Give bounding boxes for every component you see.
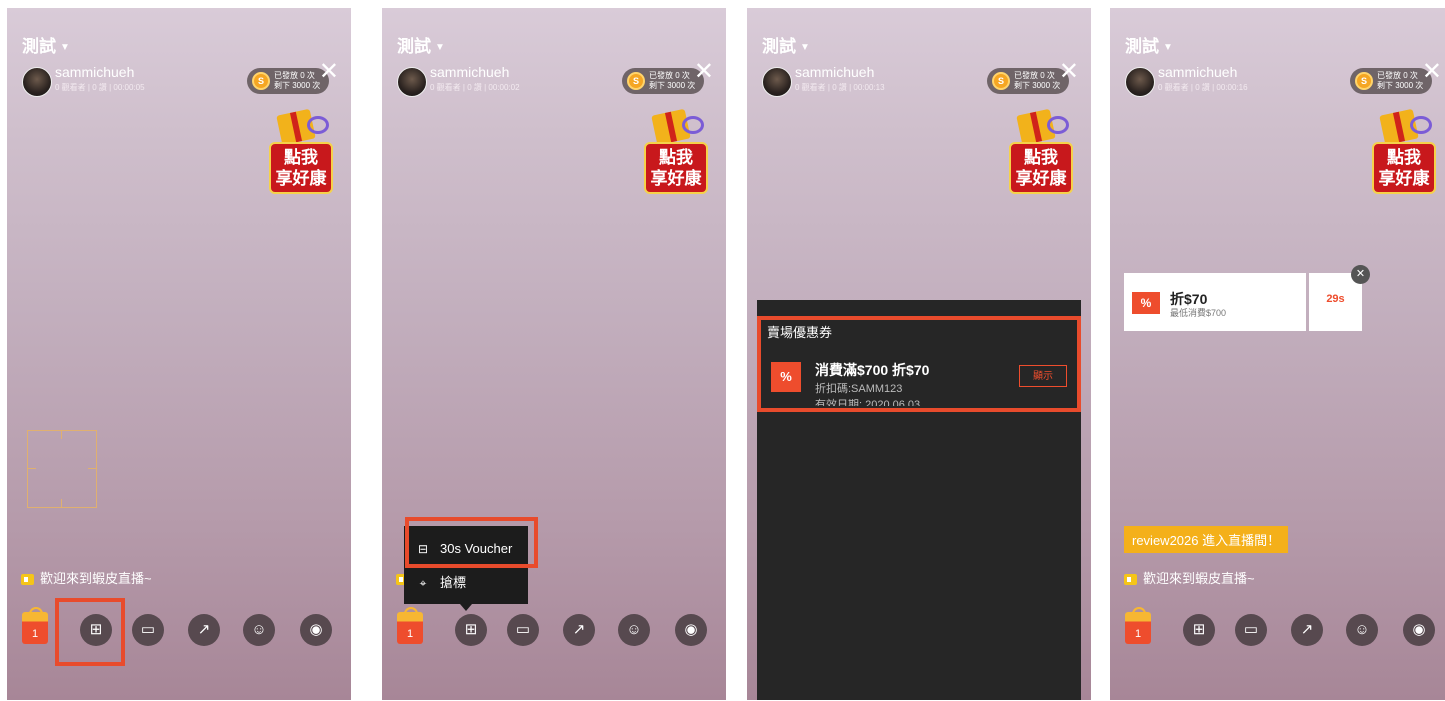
effects-icon[interactable]: ☺ (1346, 614, 1378, 646)
highlight-tools-button (55, 598, 125, 666)
share-icon[interactable]: ↗ (188, 614, 220, 646)
coins-remaining: 剩下 3000 次 (1014, 81, 1061, 90)
promo-text-2: 享好康 (650, 169, 702, 188)
room-title[interactable]: 測試 ▼ (22, 32, 70, 57)
auction-icon: ⌖ (419, 576, 427, 590)
live-screen-1: 測試 ▼ sammichueh 0 觀看者 | 0 讚 | 00:00:05 S … (7, 8, 351, 700)
avatar[interactable] (22, 67, 52, 97)
username: sammichueh (55, 64, 135, 80)
stream-stats: 0 觀看者 | 0 讚 | 00:00:02 (430, 83, 520, 92)
room-title[interactable]: 測試 ▼ (762, 32, 810, 57)
room-title[interactable]: 測試 ▼ (1125, 32, 1173, 57)
camera-flip-icon[interactable]: ◉ (1403, 614, 1435, 646)
avatar[interactable] (1125, 67, 1155, 97)
coins-issued: 已發放 0 次 (1377, 71, 1418, 80)
join-notice: review2026 進入直播間！ (1124, 526, 1289, 553)
username: sammichueh (795, 64, 875, 80)
caret-down-icon: ▼ (435, 42, 445, 54)
promo-text-2: 享好康 (275, 169, 327, 188)
promo-text-2: 享好康 (1378, 169, 1430, 188)
promo-text-1: 點我 (1024, 148, 1058, 167)
tools-grid-icon[interactable]: ⊞ (1183, 614, 1215, 646)
coin-status-pill[interactable]: S 已發放 0 次剩下 3000 次 (247, 68, 329, 94)
live-screen-3: 測試 ▼ sammichueh 0 觀看者 | 0 讚 | 00:00:13 S … (747, 8, 1091, 700)
coins-remaining: 剩下 3000 次 (649, 81, 696, 90)
live-screen-2: 測試 ▼ sammichueh 0 觀看者 | 0 讚 | 00:00:02 S … (382, 8, 726, 700)
share-icon[interactable]: ↗ (563, 614, 595, 646)
chat-icon[interactable]: ▭ (132, 614, 164, 646)
highlight-voucher-item (405, 517, 538, 568)
room-title[interactable]: 測試 ▼ (397, 32, 445, 57)
promo-gift-banner[interactable]: 點我 享好康 (1368, 108, 1440, 198)
chat-icon[interactable]: ▭ (507, 614, 539, 646)
voucher-min-spend: 最低消費$700 (1170, 308, 1227, 318)
close-icon[interactable]: ✕ (319, 60, 339, 84)
coins-issued: 已發放 0 次 (649, 71, 690, 80)
close-icon[interactable]: ✕ (1059, 60, 1079, 84)
coins-remaining: 剩下 3000 次 (1377, 81, 1424, 90)
coin-status-pill[interactable]: S 已發放 0 次剩下 3000 次 (622, 68, 704, 94)
shopping-bag-icon[interactable]: 1 (1125, 607, 1151, 644)
welcome-message: 歡迎來到蝦皮直播~ (1124, 568, 1255, 587)
promo-sign: 點我 享好康 (269, 142, 333, 194)
coin-status-pill[interactable]: S 已發放 0 次剩下 3000 次 (1350, 68, 1432, 94)
effects-icon[interactable]: ☺ (243, 614, 275, 646)
promo-text-1: 點我 (284, 148, 318, 167)
stream-stats: 0 觀看者 | 0 讚 | 00:00:05 (55, 83, 145, 92)
menu-arrow (460, 604, 472, 611)
shopping-bag-icon[interactable]: 1 (397, 607, 423, 644)
promo-sign: 點我 享好康 (1372, 142, 1436, 194)
promo-gift-banner[interactable]: 點我 享好康 (1005, 108, 1077, 198)
percent-voucher-icon: % (1132, 292, 1160, 314)
coin-icon: S (627, 72, 645, 90)
effects-icon[interactable]: ☺ (618, 614, 650, 646)
avatar[interactable] (397, 67, 427, 97)
close-icon[interactable]: ✕ (694, 60, 714, 84)
highlight-voucher-list (757, 316, 1081, 412)
close-voucher-icon[interactable]: ✕ (1351, 265, 1370, 284)
avatar[interactable] (762, 67, 792, 97)
stream-stats: 0 觀看者 | 0 讚 | 00:00:13 (795, 83, 885, 92)
coins-remaining: 剩下 3000 次 (274, 81, 321, 90)
voucher-card[interactable]: % 折$70 最低消費$700 29s (1124, 273, 1362, 331)
promo-sign: 點我 享好康 (644, 142, 708, 194)
coin-icon: S (992, 72, 1010, 90)
ribbon-icon (1410, 116, 1432, 134)
username: sammichueh (430, 64, 510, 80)
voucher-countdown: 29s (1326, 293, 1345, 305)
username: sammichueh (1158, 64, 1238, 80)
promo-text-1: 點我 (659, 148, 693, 167)
focus-frame (27, 430, 97, 508)
tools-grid-icon[interactable]: ⊞ (455, 614, 487, 646)
coins-issued: 已發放 0 次 (274, 71, 315, 80)
ribbon-icon (682, 116, 704, 134)
live-screen-4: 測試 ▼ sammichueh 0 觀看者 | 0 讚 | 00:00:16 S … (1110, 8, 1445, 700)
promo-text-1: 點我 (1387, 148, 1421, 167)
ribbon-icon (307, 116, 329, 134)
promo-gift-banner[interactable]: 點我 享好康 (265, 108, 337, 198)
caret-down-icon: ▼ (1163, 42, 1173, 54)
close-icon[interactable]: ✕ (1422, 60, 1442, 84)
chat-icon[interactable]: ▭ (1235, 614, 1267, 646)
promo-text-2: 享好康 (1015, 169, 1067, 188)
coin-icon: S (1355, 72, 1373, 90)
caret-down-icon: ▼ (60, 42, 70, 54)
ribbon-icon (1047, 116, 1069, 134)
coin-status-pill[interactable]: S 已發放 0 次剩下 3000 次 (987, 68, 1069, 94)
caret-down-icon: ▼ (800, 42, 810, 54)
coins-issued: 已發放 0 次 (1014, 71, 1055, 80)
stream-stats: 0 觀看者 | 0 讚 | 00:00:16 (1158, 83, 1248, 92)
shopping-bag-icon[interactable]: 1 (22, 607, 48, 644)
voucher-sheet: 賣場優惠券 % 消費滿$700 折$70 折扣碼:SAMM123 有效日期: 2… (757, 300, 1081, 700)
promo-sign: 點我 享好康 (1009, 142, 1073, 194)
coin-icon: S (252, 72, 270, 90)
speaker-icon (1124, 574, 1137, 586)
share-icon[interactable]: ↗ (1291, 614, 1323, 646)
promo-gift-banner[interactable]: 點我 享好康 (640, 108, 712, 198)
menu-item-auction[interactable]: ⌖ 搶標 (404, 566, 528, 600)
speaker-icon (21, 574, 34, 586)
camera-flip-icon[interactable]: ◉ (300, 614, 332, 646)
camera-flip-icon[interactable]: ◉ (675, 614, 707, 646)
welcome-message: 歡迎來到蝦皮直播~ (21, 568, 152, 587)
